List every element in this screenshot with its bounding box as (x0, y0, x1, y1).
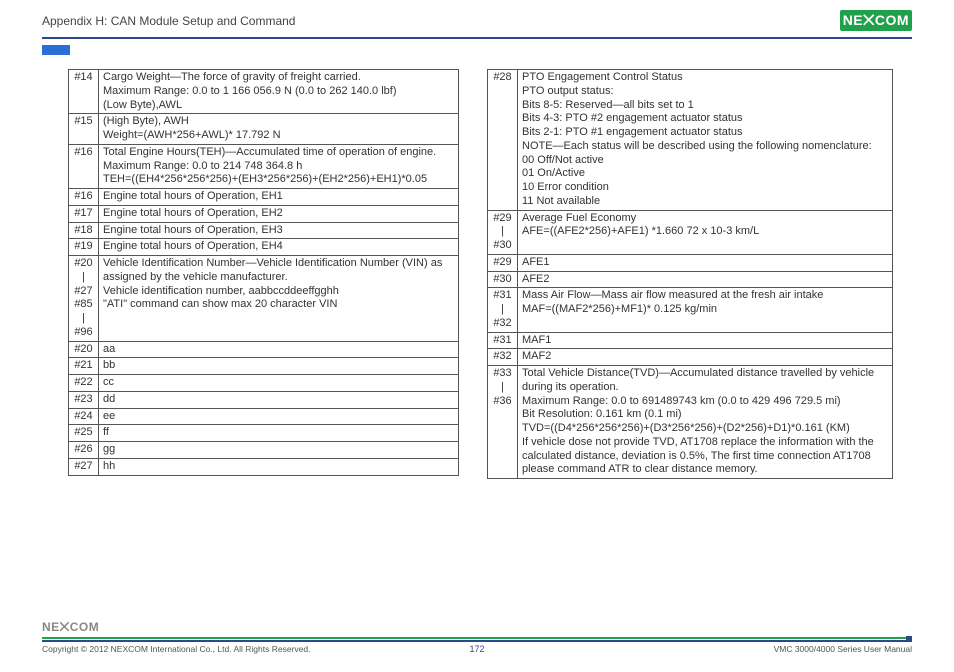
table-row: #24ee (69, 408, 459, 425)
header-divider (42, 37, 912, 39)
row-index: #22 (69, 375, 99, 392)
row-index: #26 (69, 442, 99, 459)
row-index: #16 (69, 144, 99, 188)
row-description: Total Vehicle Distance(TVD)—Accumulated … (518, 366, 893, 479)
table-row: #18Engine total hours of Operation, EH3 (69, 222, 459, 239)
row-index: #31 (488, 332, 518, 349)
row-index: #31|#32 (488, 288, 518, 332)
footer-logo: NE⨉COM (42, 620, 912, 635)
row-description: Engine total hours of Operation, EH4 (99, 239, 459, 256)
row-description: hh (99, 458, 459, 475)
row-description: dd (99, 391, 459, 408)
table-row: #26gg (69, 442, 459, 459)
table-row: #28PTO Engagement Control StatusPTO outp… (488, 70, 893, 211)
row-index: #25 (69, 425, 99, 442)
table-row: #20|#27#85|#96Vehicle Identification Num… (69, 256, 459, 342)
row-index: #33|#36 (488, 366, 518, 479)
row-description: AFE2 (518, 271, 893, 288)
table-row: #31|#32Mass Air Flow—Mass air flow measu… (488, 288, 893, 332)
row-description: Total Engine Hours(TEH)—Accumulated time… (99, 144, 459, 188)
footer-copyright: Copyright © 2012 NEXCOM International Co… (42, 644, 310, 654)
table-row: #15(High Byte), AWHWeight=(AWH*256+AWL)*… (69, 114, 459, 145)
table-row: #19Engine total hours of Operation, EH4 (69, 239, 459, 256)
row-index: #24 (69, 408, 99, 425)
row-index: #28 (488, 70, 518, 211)
footer-page: 172 (469, 644, 484, 654)
table-row: #32MAF2 (488, 349, 893, 366)
nexcom-logo: NE⨉COM (840, 10, 912, 31)
table-row: #31MAF1 (488, 332, 893, 349)
footer-manual: VMC 3000/4000 Series User Manual (774, 644, 912, 654)
row-description: Mass Air Flow—Mass air flow measured at … (518, 288, 893, 332)
page-header: Appendix H: CAN Module Setup and Command… (0, 0, 954, 35)
row-description: (High Byte), AWHWeight=(AWH*256+AWL)* 17… (99, 114, 459, 145)
row-index: #30 (488, 271, 518, 288)
row-index: #27 (69, 458, 99, 475)
row-description: ee (99, 408, 459, 425)
row-description: Engine total hours of Operation, EH2 (99, 205, 459, 222)
row-index: #20|#27#85|#96 (69, 256, 99, 342)
row-description: gg (99, 442, 459, 459)
row-description: ff (99, 425, 459, 442)
section-tab (42, 45, 70, 55)
table-row: #16Total Engine Hours(TEH)—Accumulated t… (69, 144, 459, 188)
table-row: #29AFE1 (488, 254, 893, 271)
row-index: #19 (69, 239, 99, 256)
row-index: #32 (488, 349, 518, 366)
row-description: MAF2 (518, 349, 893, 366)
row-description: Average Fuel EconomyAFE=((AFE2*256)+AFE1… (518, 210, 893, 254)
left-table: #14Cargo Weight—The force of gravity of … (68, 69, 459, 476)
table-row: #17Engine total hours of Operation, EH2 (69, 205, 459, 222)
table-row: #21bb (69, 358, 459, 375)
table-row: #20aa (69, 341, 459, 358)
table-row: #30AFE2 (488, 271, 893, 288)
table-row: #14Cargo Weight—The force of gravity of … (69, 70, 459, 114)
row-description: Cargo Weight—The force of gravity of fre… (99, 70, 459, 114)
row-description: AFE1 (518, 254, 893, 271)
row-index: #20 (69, 341, 99, 358)
row-description: aa (99, 341, 459, 358)
row-index: #17 (69, 205, 99, 222)
footer-line (42, 637, 912, 642)
table-row: #33|#36Total Vehicle Distance(TVD)—Accum… (488, 366, 893, 479)
row-index: #14 (69, 70, 99, 114)
table-row: #22cc (69, 375, 459, 392)
table-row: #27hh (69, 458, 459, 475)
row-index: #18 (69, 222, 99, 239)
row-description: Engine total hours of Operation, EH1 (99, 189, 459, 206)
row-index: #16 (69, 189, 99, 206)
table-row: #16Engine total hours of Operation, EH1 (69, 189, 459, 206)
row-description: Engine total hours of Operation, EH3 (99, 222, 459, 239)
table-row: #29|#30Average Fuel EconomyAFE=((AFE2*25… (488, 210, 893, 254)
row-description: bb (99, 358, 459, 375)
row-index: #15 (69, 114, 99, 145)
content-area: #14Cargo Weight—The force of gravity of … (0, 55, 954, 479)
row-description: MAF1 (518, 332, 893, 349)
table-row: #25ff (69, 425, 459, 442)
header-title: Appendix H: CAN Module Setup and Command (42, 14, 295, 28)
row-index: #23 (69, 391, 99, 408)
row-index: #29|#30 (488, 210, 518, 254)
page-footer: NE⨉COM Copyright © 2012 NEXCOM Internati… (0, 620, 954, 654)
row-description: PTO Engagement Control StatusPTO output … (518, 70, 893, 211)
row-index: #21 (69, 358, 99, 375)
row-description: Vehicle Identification Number—Vehicle Id… (99, 256, 459, 342)
table-row: #23dd (69, 391, 459, 408)
row-index: #29 (488, 254, 518, 271)
right-table: #28PTO Engagement Control StatusPTO outp… (487, 69, 893, 479)
row-description: cc (99, 375, 459, 392)
